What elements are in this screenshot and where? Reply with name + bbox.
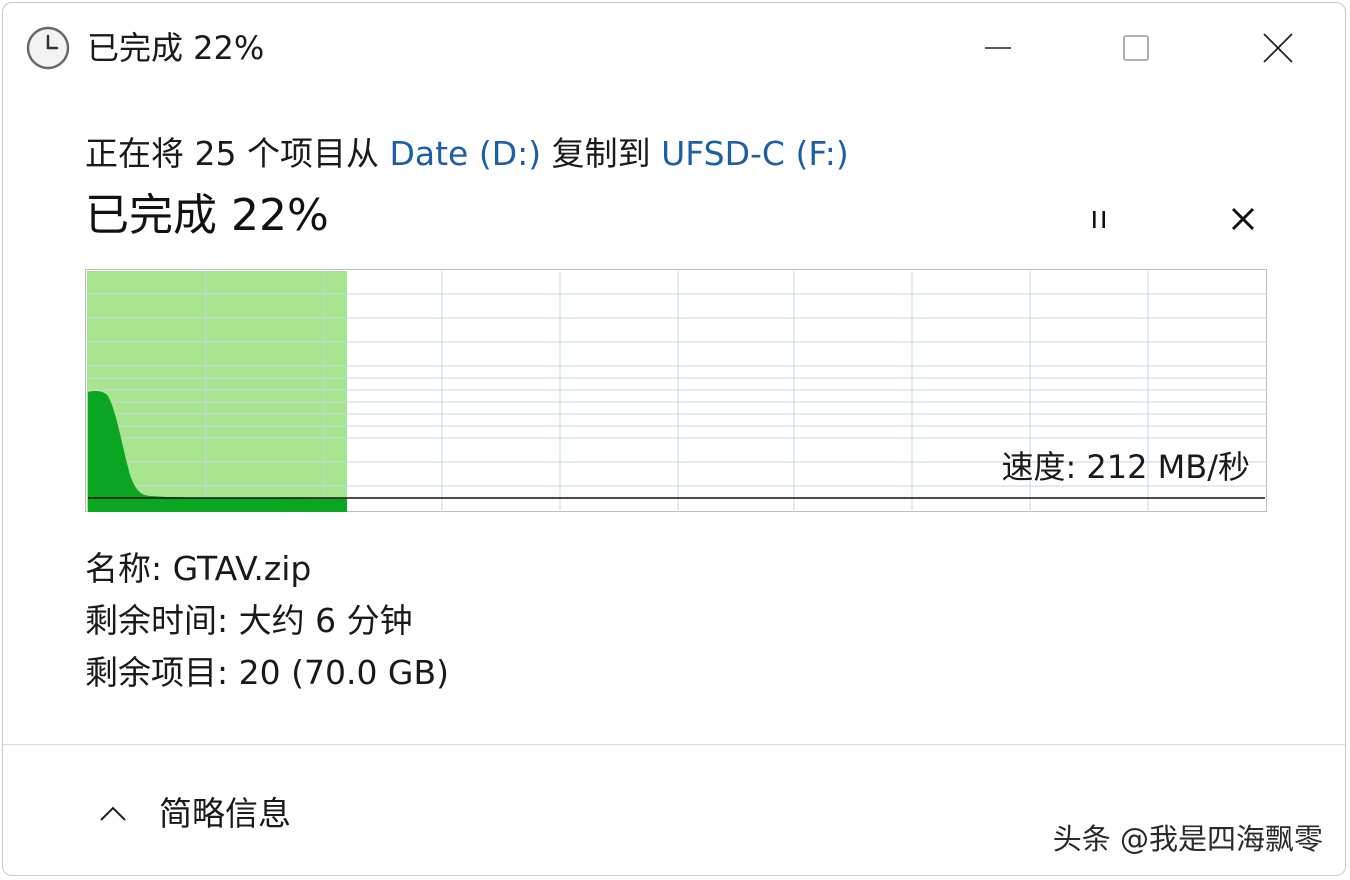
close-icon xyxy=(1263,33,1293,63)
close-window-button[interactable] xyxy=(1233,13,1323,83)
maximize-icon xyxy=(1123,35,1149,61)
minimize-button[interactable] xyxy=(953,13,1043,83)
file-name: 名称: GTAV.zip xyxy=(85,549,312,588)
copy-progress-window: 已完成 22% 正在将 25 个项目从 Date (D:) 复制到 UFSD-C… xyxy=(2,2,1346,876)
destination-link[interactable]: UFSD-C (F:) xyxy=(661,134,849,173)
less-details-label: 简略信息 xyxy=(159,794,291,833)
minimize-icon xyxy=(985,47,1011,49)
items-remaining: 剩余项目: 20 (70.0 GB) xyxy=(85,653,450,692)
copy-prefix-text: 正在将 25 个项目从 xyxy=(85,134,390,173)
window-title: 已完成 22% xyxy=(87,29,265,67)
chevron-up-icon xyxy=(100,806,126,821)
time-remaining: 剩余时间: 大约 6 分钟 xyxy=(85,601,413,640)
cancel-button[interactable] xyxy=(1219,195,1267,243)
less-details-button[interactable]: 简略信息 xyxy=(95,789,291,839)
copy-middle-text: 复制到 xyxy=(541,134,662,173)
pause-button[interactable] xyxy=(1075,195,1123,243)
clock-icon xyxy=(25,25,71,71)
footer: 简略信息 头条 @我是四海飘零 xyxy=(3,745,1345,875)
cancel-icon xyxy=(1231,207,1255,231)
pause-icon xyxy=(1093,211,1105,228)
source-link[interactable]: Date (D:) xyxy=(389,134,541,173)
maximize-button[interactable] xyxy=(1091,13,1181,83)
copy-description: 正在将 25 个项目从 Date (D:) 复制到 UFSD-C (F:) xyxy=(85,131,849,177)
transfer-speed-graph: 速度: 212 MB/秒 xyxy=(85,269,1267,512)
watermark: 头条 @我是四海飘零 xyxy=(1052,822,1323,856)
speed-label: 速度: 212 MB/秒 xyxy=(1001,448,1250,486)
title-bar[interactable]: 已完成 22% xyxy=(3,3,1345,93)
progress-title: 已完成 22% xyxy=(85,190,329,241)
